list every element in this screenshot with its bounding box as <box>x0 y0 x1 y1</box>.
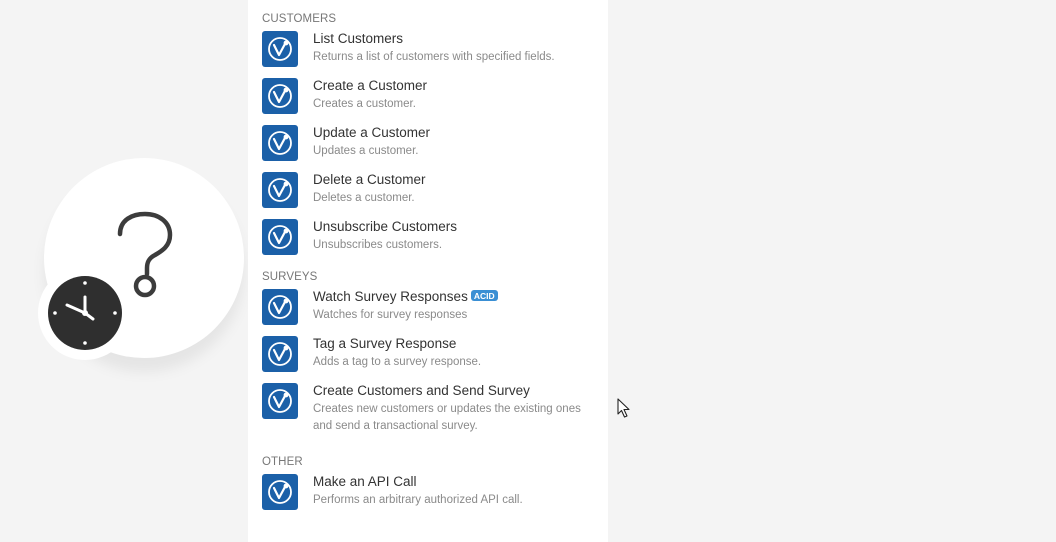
section-title-customers: CUSTOMERS <box>262 13 337 25</box>
item-description: Unsubscribes customers. <box>313 239 443 251</box>
app-logo-icon <box>262 289 298 325</box>
app-logo-icon <box>262 125 298 161</box>
section-title-surveys: SURVEYS <box>262 271 318 283</box>
item-description: Updates a customer. <box>313 145 419 157</box>
menu-item-tag-survey-response[interactable]: Tag a Survey Response Adds a tag to a su… <box>262 335 608 372</box>
app-logo-icon <box>262 219 298 255</box>
app-logo-icon <box>262 78 298 114</box>
item-description-line-2: and send a transactional survey. <box>313 420 478 432</box>
section-title-other: OTHER <box>262 456 303 468</box>
item-title: Unsubscribe Customers <box>313 219 458 234</box>
module-action-menu: CUSTOMERS List Customers Returns a list … <box>248 0 608 542</box>
item-description: Returns a list of customers with specifi… <box>313 51 555 63</box>
item-title: Update a Customer <box>313 125 431 140</box>
item-title: Make an API Call <box>313 474 417 489</box>
canvas: CUSTOMERS List Customers Returns a list … <box>0 0 1056 542</box>
item-description: Deletes a customer. <box>313 192 415 204</box>
clock-icon <box>48 276 122 350</box>
app-logo-icon <box>262 172 298 208</box>
acid-badge: ACID <box>470 290 498 301</box>
app-logo-icon <box>262 336 298 372</box>
item-description: Creates new customers or updates the exi… <box>313 403 581 415</box>
app-logo-icon <box>262 383 298 419</box>
menu-item-create-customer[interactable]: Create a Customer Creates a customer. <box>262 77 608 114</box>
item-title: Watch Survey Responses ACID <box>313 288 498 305</box>
menu-item-list-customers[interactable]: List Customers Returns a list of custome… <box>262 30 608 67</box>
mouse-cursor-icon <box>617 398 630 418</box>
item-title: List Customers <box>313 31 404 46</box>
menu-item-watch-survey-responses[interactable]: Watch Survey Responses ACID Watches for s… <box>262 288 608 325</box>
item-description: Watches for survey responses <box>313 309 468 321</box>
item-description: Performs an arbitrary authorized API cal… <box>313 494 523 506</box>
item-title: Create a Customer <box>313 78 428 93</box>
item-title: Delete a Customer <box>313 172 426 187</box>
item-title: Tag a Survey Response <box>313 336 457 351</box>
menu-item-make-api-call[interactable]: Make an API Call Performs an arbitrary a… <box>262 473 608 510</box>
item-description: Adds a tag to a survey response. <box>313 356 482 368</box>
item-description: Creates a customer. <box>313 98 416 110</box>
menu-item-update-customer[interactable]: Update a Customer Updates a customer. <box>262 124 608 161</box>
app-logo-icon <box>262 31 298 67</box>
app-logo-icon <box>262 474 298 510</box>
menu-item-delete-customer[interactable]: Delete a Customer Deletes a customer. <box>262 171 608 208</box>
menu-item-unsubscribe-customers[interactable]: Unsubscribe Customers Unsubscribes custo… <box>262 218 608 255</box>
item-title: Create Customers and Send Survey <box>313 383 530 398</box>
item-title-text: Watch Survey Responses <box>313 289 468 304</box>
menu-item-create-customers-send-survey[interactable]: Create Customers and Send Survey Creates… <box>262 382 608 435</box>
